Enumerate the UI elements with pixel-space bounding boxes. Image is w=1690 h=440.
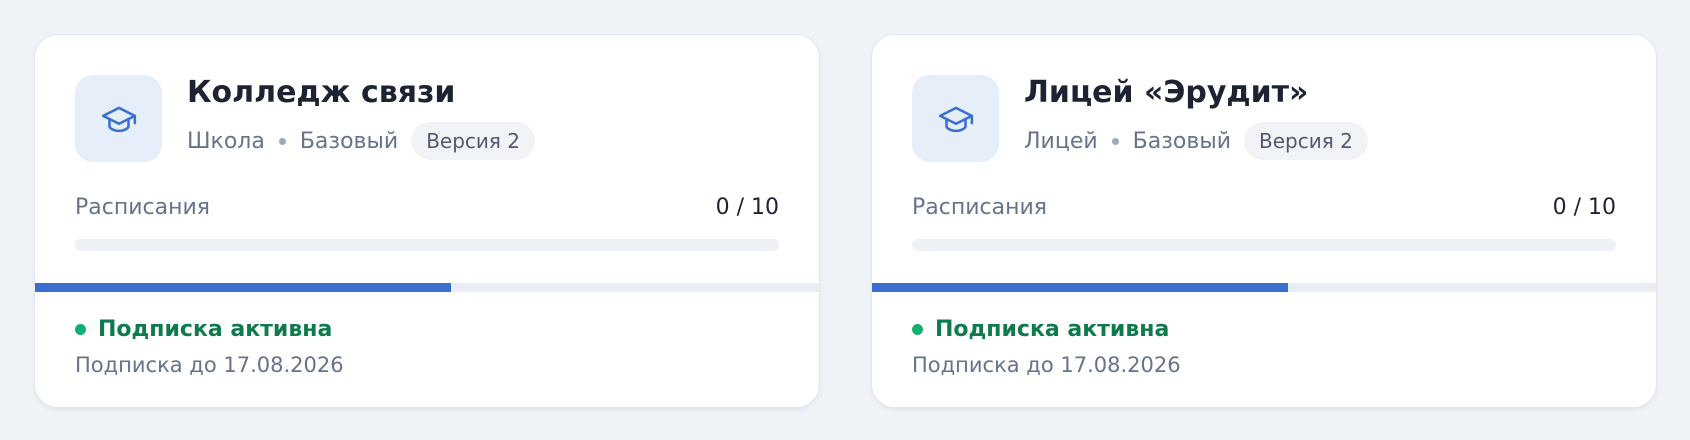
schedules-label: Расписания [912,195,1048,220]
organization-meta: Школа Базовый Версия 2 [187,122,536,160]
organization-cards: Колледж связи Школа Базовый Версия 2 Рас… [34,34,1657,408]
schedules-label: Расписания [75,195,211,220]
subscription-until: Подписка до 17.08.2026 [75,353,344,377]
graduation-cap-icon [101,106,136,132]
organization-type: Лицей [1024,128,1098,154]
card-header: Колледж связи Школа Базовый Версия 2 Рас… [35,35,819,283]
meta-separator [1111,137,1119,145]
organization-title: Лицей «Эрудит» [1024,75,1309,110]
subscription-until: Подписка до 17.08.2026 [912,353,1181,377]
schedules-count: 0 / 10 [1552,195,1616,220]
organization-card[interactable]: Лицей «Эрудит» Лицей Базовый Версия 2 Ра… [871,34,1657,408]
subscription-period-fill [35,283,451,292]
organization-card[interactable]: Колледж связи Школа Базовый Версия 2 Рас… [34,34,820,408]
organization-type: Школа [187,128,265,154]
status-text: Подписка активна [98,317,333,342]
card-header: Лицей «Эрудит» Лицей Базовый Версия 2 Ра… [872,35,1656,283]
subscription-period-bar [872,283,1656,292]
organization-title: Колледж связи [187,75,456,110]
subscription-status: Подписка активна [75,317,332,342]
subscription-status: Подписка активна [912,317,1169,342]
organization-meta: Лицей Базовый Версия 2 [1024,122,1368,160]
status-text: Подписка активна [935,317,1170,342]
subscription-period-fill [872,283,1288,292]
organization-plan: Базовый [1132,128,1232,154]
schedules-progress-track [912,239,1616,251]
status-dot [75,324,86,335]
status-dot [912,324,923,335]
version-badge: Версия 2 [411,122,536,160]
schedules-count: 0 / 10 [715,195,779,220]
meta-separator [278,137,286,145]
organization-icon-box [75,75,162,162]
graduation-cap-icon [938,106,973,132]
organization-icon-box [912,75,999,162]
version-badge: Версия 2 [1244,122,1368,160]
subscription-period-bar [35,283,819,292]
organization-plan: Базовый [299,128,399,154]
schedules-progress-track [75,239,779,251]
